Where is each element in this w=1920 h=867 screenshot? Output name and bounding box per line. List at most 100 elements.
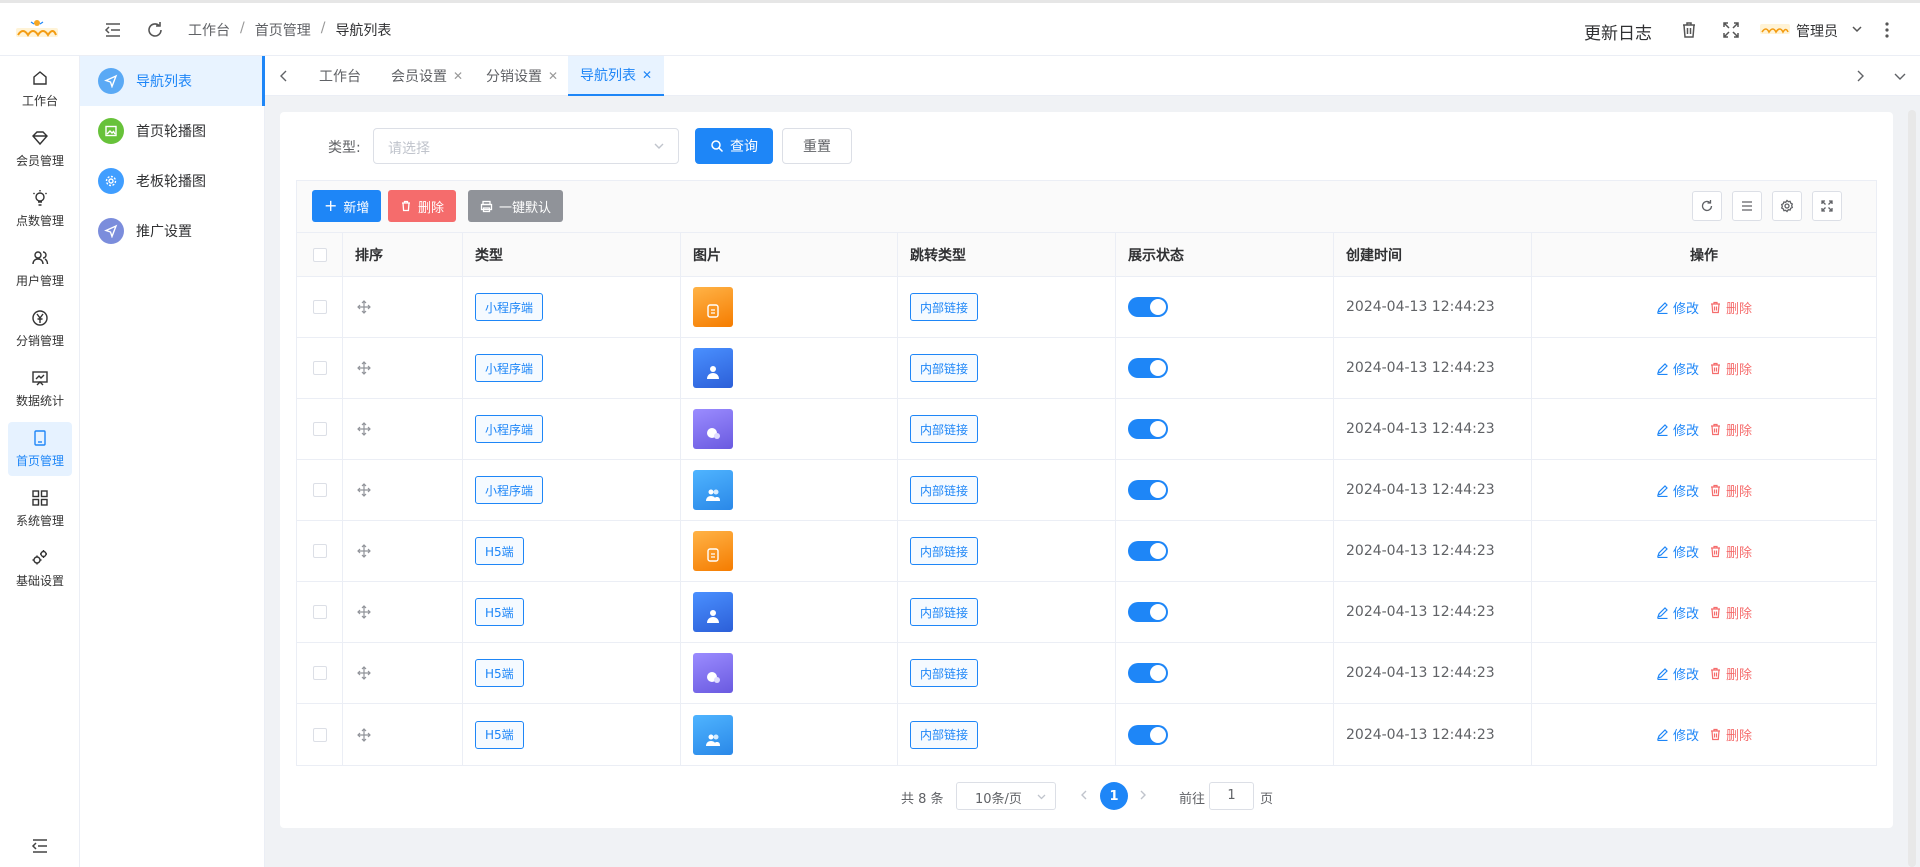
delete-action[interactable]: 删除 <box>1709 603 1752 622</box>
reset-button[interactable]: 重置 <box>782 128 852 164</box>
trash-icon[interactable] <box>1679 20 1699 40</box>
printer-icon <box>480 200 493 212</box>
page-number-current[interactable]: 1 <box>1100 782 1128 810</box>
breadcrumb-item-home-management[interactable]: 首页管理 <box>255 20 311 40</box>
drag-handle-icon[interactable] <box>357 422 371 436</box>
user-menu[interactable]: 管理员 <box>1796 21 1838 41</box>
display-status-switch[interactable] <box>1128 663 1168 683</box>
breadcrumb-item-workbench[interactable]: 工作台 <box>188 20 230 40</box>
update-log-link[interactable]: 更新日志 <box>1584 19 1652 44</box>
orange-badge-icon <box>693 287 733 327</box>
sub-item-home-carousel[interactable]: 首页轮播图 <box>80 106 265 156</box>
row-checkbox[interactable] <box>312 666 327 680</box>
rail-item-distribution[interactable]: 分销管理 <box>8 302 72 356</box>
row-checkbox[interactable] <box>312 361 327 375</box>
sub-item-boss-carousel[interactable]: 老板轮播图 <box>80 156 265 206</box>
display-status-switch[interactable] <box>1128 724 1168 745</box>
delete-button[interactable]: 删除 <box>388 190 457 222</box>
chevron-left-icon[interactable] <box>277 69 291 83</box>
edit-action[interactable]: 修改 <box>1656 725 1699 744</box>
blue-user-icon <box>693 348 733 388</box>
type-select[interactable]: 请选择 <box>373 128 679 164</box>
select-all-checkbox[interactable] <box>312 247 327 262</box>
close-icon[interactable]: ✕ <box>548 69 558 83</box>
edit-action-label: 修改 <box>1672 667 1699 683</box>
row-checkbox[interactable] <box>312 605 327 619</box>
delete-action[interactable]: 删除 <box>1709 359 1752 378</box>
rail-item-workbench[interactable]: 工作台 <box>8 62 72 116</box>
tab-distribution-settings[interactable]: 分销设置 ✕ <box>474 56 570 96</box>
delete-action[interactable]: 删除 <box>1709 542 1752 561</box>
edit-action[interactable]: 修改 <box>1656 542 1699 561</box>
edit-action[interactable]: 修改 <box>1656 298 1699 317</box>
goto-page-input[interactable]: 1 <box>1209 782 1254 810</box>
edit-action[interactable]: 修改 <box>1656 420 1699 439</box>
tab-member-settings[interactable]: 会员设置 ✕ <box>379 56 475 96</box>
table-fullscreen-button[interactable] <box>1812 191 1842 221</box>
delete-action-label: 删除 <box>1726 484 1753 500</box>
close-icon[interactable]: ✕ <box>453 69 463 83</box>
rail-item-statistics[interactable]: 数据统计 <box>8 362 72 416</box>
column-settings-button[interactable] <box>1772 191 1802 221</box>
display-status-switch[interactable] <box>1128 541 1168 561</box>
collapse-sidebar-icon[interactable] <box>30 836 50 856</box>
tab-label: 导航列表 <box>580 68 636 84</box>
tablet-icon <box>34 430 46 446</box>
drag-handle-icon[interactable] <box>357 666 371 680</box>
display-status-switch[interactable] <box>1128 358 1168 378</box>
drag-handle-icon[interactable] <box>357 605 371 619</box>
edit-action[interactable]: 修改 <box>1656 603 1699 622</box>
sub-item-nav-list[interactable]: 导航列表 <box>80 56 265 106</box>
next-page-icon[interactable] <box>1136 788 1150 802</box>
row-checkbox[interactable] <box>312 544 327 558</box>
collapse-menu-icon[interactable] <box>103 20 123 40</box>
drag-handle-icon[interactable] <box>357 483 371 497</box>
drag-handle-icon[interactable] <box>357 544 371 558</box>
delete-action-label: 删除 <box>1726 423 1753 439</box>
edit-action[interactable]: 修改 <box>1656 481 1699 500</box>
sub-item-promotion-settings[interactable]: 推广设置 <box>80 206 265 256</box>
edit-action[interactable]: 修改 <box>1656 359 1699 378</box>
query-button[interactable]: 查询 <box>695 128 773 164</box>
delete-action[interactable]: 删除 <box>1709 420 1752 439</box>
add-button[interactable]: + 新增 <box>312 190 382 222</box>
chevron-right-icon[interactable] <box>1853 69 1867 83</box>
display-status-switch[interactable] <box>1128 602 1168 622</box>
page-size-select[interactable]: 10条/页 <box>956 782 1056 810</box>
tab-workbench[interactable]: 工作台 <box>307 56 373 96</box>
rail-item-points[interactable]: 点数管理 <box>8 182 72 236</box>
display-status-switch[interactable] <box>1128 297 1168 317</box>
delete-action[interactable]: 删除 <box>1709 481 1752 500</box>
delete-action[interactable]: 删除 <box>1709 298 1752 317</box>
delete-action[interactable]: 删除 <box>1709 664 1752 683</box>
prev-page-icon[interactable] <box>1077 788 1091 802</box>
rail-item-basic-settings[interactable]: 基础设置 <box>8 542 72 596</box>
rail-item-home-management[interactable]: 首页管理 <box>8 422 72 476</box>
rail-item-system[interactable]: 系统管理 <box>8 482 72 536</box>
rail-item-users[interactable]: 用户管理 <box>8 242 72 296</box>
chevron-down-icon[interactable] <box>1893 69 1907 83</box>
tab-nav-list[interactable]: 导航列表 ✕ <box>568 56 665 96</box>
set-default-button[interactable]: 一键默认 <box>468 190 564 222</box>
rail-item-member[interactable]: 会员管理 <box>8 122 72 176</box>
row-checkbox[interactable] <box>312 483 327 497</box>
drag-handle-icon[interactable] <box>357 300 371 314</box>
page-scrollbar[interactable] <box>1908 110 1916 867</box>
edit-action[interactable]: 修改 <box>1656 664 1699 683</box>
close-icon[interactable]: ✕ <box>642 68 652 82</box>
refresh-icon[interactable] <box>145 20 165 40</box>
row-checkbox[interactable] <box>312 422 327 436</box>
row-checkbox[interactable] <box>312 727 327 742</box>
display-status-switch[interactable] <box>1128 480 1168 500</box>
fullscreen-icon[interactable] <box>1721 20 1741 40</box>
display-status-switch[interactable] <box>1128 419 1168 439</box>
chevron-down-icon[interactable] <box>1850 22 1864 36</box>
more-vertical-icon[interactable] <box>1877 20 1897 40</box>
row-checkbox[interactable] <box>312 300 327 314</box>
delete-action[interactable]: 删除 <box>1709 725 1752 744</box>
refresh-table-button[interactable] <box>1692 191 1722 221</box>
sub-menu: 导航列表 首页轮播图 老板轮播图 推广设置 <box>80 56 265 867</box>
drag-handle-icon[interactable] <box>357 361 371 375</box>
drag-handle-icon[interactable] <box>357 727 371 742</box>
density-button[interactable] <box>1732 191 1762 221</box>
